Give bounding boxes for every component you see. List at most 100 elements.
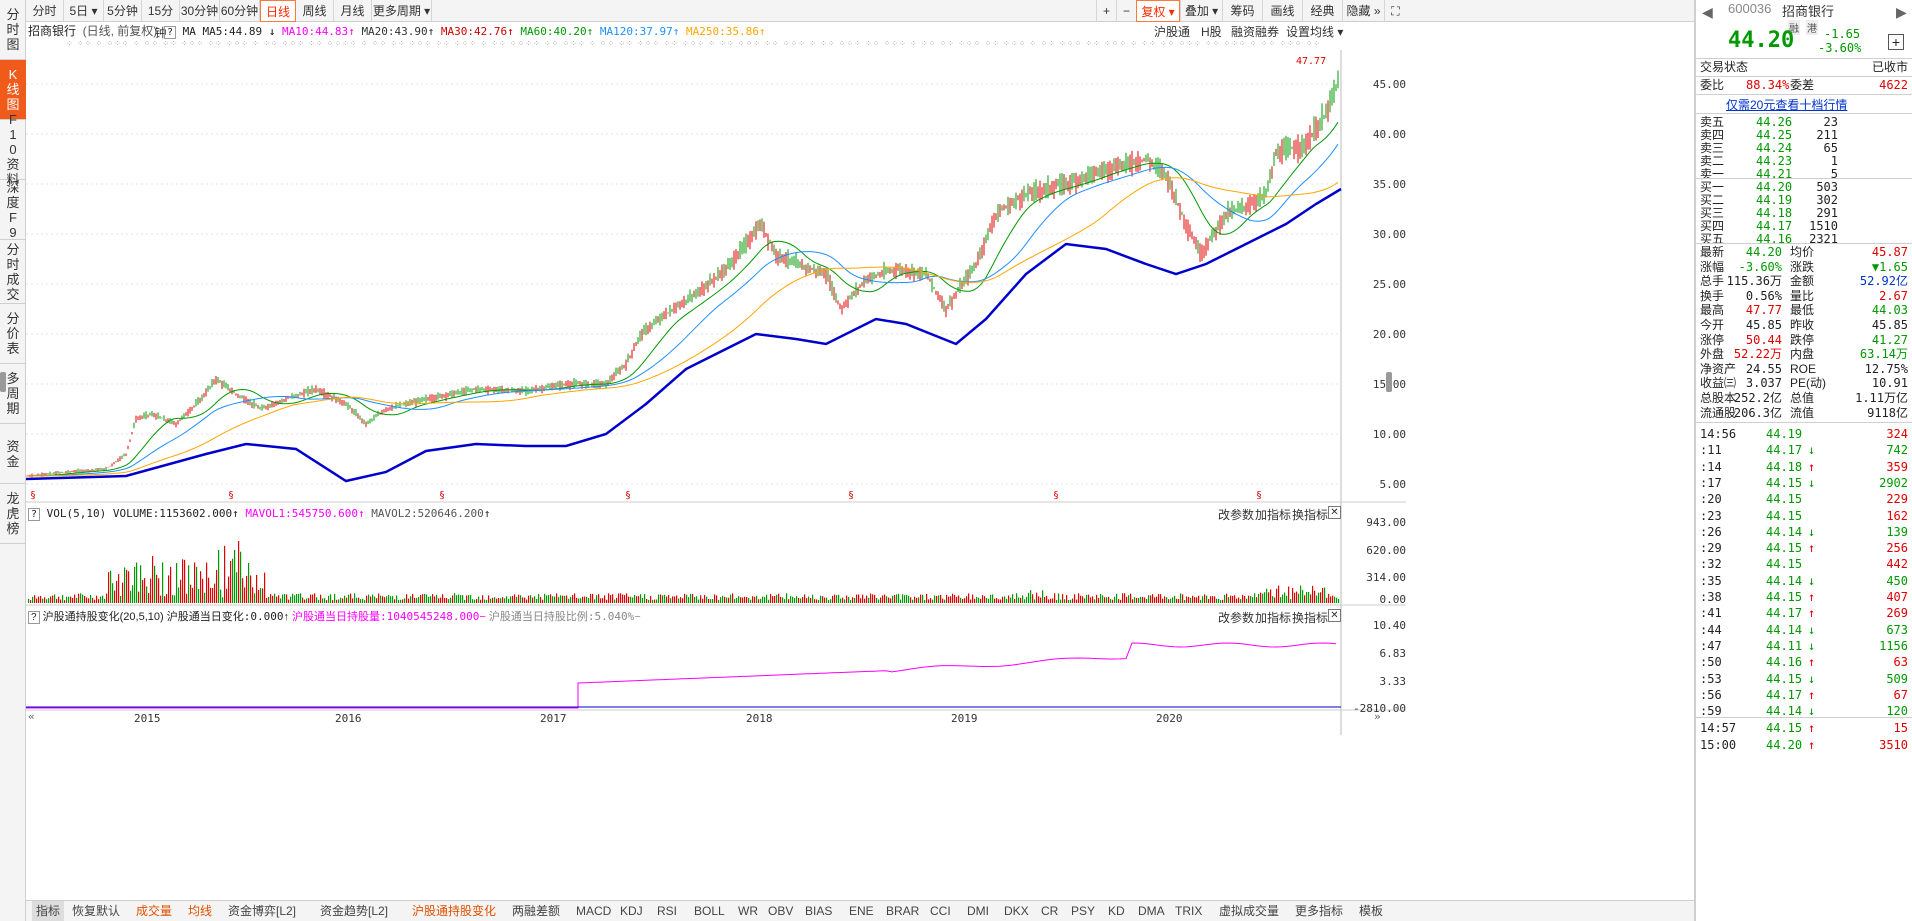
time-axis: « 2015 2016 2017 2018 2019 2020 » bbox=[26, 710, 1386, 725]
period-monthly[interactable]: 月线 bbox=[334, 0, 372, 22]
period-15min[interactable]: 15分钟 bbox=[142, 0, 180, 40]
indicator-tab[interactable]: DKX bbox=[1004, 901, 1029, 921]
period-5day[interactable]: 5日 ▾ bbox=[64, 0, 104, 22]
indicator-tab[interactable]: BRAR bbox=[886, 901, 919, 921]
tab-dragon-tiger[interactable]: 龙虎榜 bbox=[0, 484, 26, 544]
period-daily[interactable]: 日线 bbox=[260, 0, 296, 22]
overlay-dropdown[interactable]: 叠加 ▾ bbox=[1180, 0, 1222, 22]
tab-tick-trades[interactable]: 分时成交 bbox=[0, 240, 26, 304]
tab-depth-f9[interactable]: 深度F9 bbox=[0, 180, 26, 240]
tab-intraday[interactable]: 分时图 bbox=[0, 0, 26, 60]
period-60min[interactable]: 60分钟 bbox=[220, 0, 260, 22]
panel-collapse-handle[interactable] bbox=[1386, 372, 1392, 392]
volume-bar bbox=[248, 563, 250, 603]
indicator-tab[interactable]: BOLL bbox=[694, 901, 725, 921]
classic-button[interactable]: 经典 bbox=[1302, 0, 1342, 22]
vol-close-icon[interactable]: ✕ bbox=[1328, 506, 1341, 519]
period-weekly[interactable]: 周线 bbox=[296, 0, 334, 22]
period-5min[interactable]: 5分钟 bbox=[104, 0, 142, 22]
volume-bar bbox=[938, 595, 940, 603]
indicator-tab[interactable]: 均线 bbox=[188, 901, 212, 921]
left-collapse-handle[interactable] bbox=[0, 372, 6, 392]
indicator-tab[interactable]: OBV bbox=[768, 901, 793, 921]
indicator-tab[interactable]: CCI bbox=[930, 901, 951, 921]
vol-help-icon[interactable]: ? bbox=[28, 508, 41, 521]
zoom-out-button[interactable]: − bbox=[1116, 0, 1136, 22]
level2-promo-link[interactable]: 仅需20元查看十档行情 bbox=[1726, 96, 1847, 113]
volume-bar bbox=[690, 593, 692, 603]
hgt-add-button[interactable]: 加指标 bbox=[1255, 609, 1291, 626]
indicator-tab[interactable]: MACD bbox=[576, 901, 611, 921]
indicator-tab[interactable]: BIAS bbox=[805, 901, 832, 921]
vol-change-button[interactable]: 换指标 bbox=[1292, 506, 1328, 523]
chips-button[interactable]: 筹码 bbox=[1222, 0, 1262, 22]
set-ma-dropdown[interactable]: 设置均线 ▾ bbox=[1286, 23, 1343, 40]
indicator-tab[interactable]: 沪股通持股变化 bbox=[412, 901, 496, 921]
hide-button[interactable]: 隐藏 » bbox=[1342, 0, 1384, 22]
volume-bar bbox=[1294, 592, 1296, 603]
hgt-change-button[interactable]: 换指标 bbox=[1292, 609, 1328, 626]
volume-bar bbox=[1280, 597, 1282, 603]
zoom-in-button[interactable]: + bbox=[1096, 0, 1116, 22]
indicator-tab[interactable]: 虚拟成交量 bbox=[1219, 901, 1279, 921]
hgt-button[interactable]: 沪股通 bbox=[1154, 23, 1190, 40]
tab-f10[interactable]: F10资料 bbox=[0, 112, 26, 187]
adjust-dropdown[interactable]: 复权 ▾ bbox=[1136, 0, 1180, 22]
volume-bar bbox=[1316, 595, 1318, 603]
indicator-tab[interactable]: 资金博弈[L2] bbox=[228, 901, 296, 921]
volume-bar bbox=[116, 581, 118, 603]
volume-bar bbox=[436, 594, 438, 603]
indicator-tab[interactable]: DMA bbox=[1138, 901, 1165, 921]
volume-bar bbox=[94, 599, 96, 603]
hshares-button[interactable]: H股 bbox=[1201, 23, 1222, 40]
scroll-left-icon[interactable]: « bbox=[28, 710, 35, 723]
period-more[interactable]: 更多周期 ▾ bbox=[372, 0, 432, 22]
indicator-tab[interactable]: 恢复默认 bbox=[72, 901, 120, 921]
volume-bar bbox=[1158, 594, 1160, 603]
indicator-tab[interactable]: ENE bbox=[849, 901, 874, 921]
tab-price-table[interactable]: 分价表 bbox=[0, 304, 26, 364]
volume-bar bbox=[994, 598, 996, 603]
scroll-right-icon[interactable]: » bbox=[1374, 710, 1381, 723]
hgt-params-button[interactable]: 改参数 bbox=[1218, 609, 1254, 626]
prev-stock-icon[interactable]: ◀ bbox=[1702, 4, 1713, 21]
indicator-tab[interactable]: KDJ bbox=[620, 901, 643, 921]
indicator-tab[interactable]: 模板 bbox=[1359, 901, 1383, 921]
volume-bar bbox=[260, 587, 262, 603]
volume-bar bbox=[838, 594, 840, 603]
indicator-tab[interactable]: TRIX bbox=[1175, 901, 1202, 921]
tab-kline[interactable]: K线图 bbox=[0, 60, 26, 120]
volume-bar bbox=[784, 599, 786, 603]
weibi-value: 88.34% bbox=[1746, 78, 1790, 92]
indicator-tab[interactable]: 指标 bbox=[32, 901, 65, 921]
vol-params-button[interactable]: 改参数 bbox=[1218, 506, 1254, 523]
volume-bar bbox=[1088, 594, 1090, 603]
indicator-tab[interactable]: PSY bbox=[1071, 901, 1095, 921]
draw-line-button[interactable]: 画线 bbox=[1262, 0, 1302, 22]
indicator-tab[interactable]: 更多指标 bbox=[1295, 901, 1343, 921]
next-stock-icon[interactable]: ▶ bbox=[1896, 4, 1907, 21]
margin-button[interactable]: 融资融券 bbox=[1231, 23, 1279, 40]
indicator-tab[interactable]: 两融差额 bbox=[512, 901, 560, 921]
indicator-tab[interactable]: 成交量 bbox=[136, 901, 172, 921]
vol-add-button[interactable]: 加指标 bbox=[1255, 506, 1291, 523]
indicator-tab[interactable]: KD bbox=[1108, 901, 1125, 921]
hgt-close-icon[interactable]: ✕ bbox=[1328, 609, 1341, 622]
indicator-tab[interactable]: 资金趋势[L2] bbox=[320, 901, 388, 921]
tab-funds[interactable]: 资金 bbox=[0, 424, 26, 484]
add-watchlist-button[interactable]: + bbox=[1888, 34, 1904, 50]
fullscreen-icon[interactable]: ⛶ bbox=[1384, 0, 1406, 22]
indicator-tab[interactable]: CR bbox=[1041, 901, 1058, 921]
period-intraday[interactable]: 分时 bbox=[26, 0, 64, 22]
volume-bar bbox=[1080, 595, 1082, 603]
volume-bar bbox=[642, 597, 644, 603]
help-icon[interactable]: ? bbox=[163, 26, 176, 39]
indicator-tab[interactable]: WR bbox=[738, 901, 758, 921]
volume-bar bbox=[294, 595, 296, 603]
hgt-help-icon[interactable]: ? bbox=[28, 611, 40, 624]
volume-bar bbox=[596, 595, 598, 603]
indicator-tab[interactable]: RSI bbox=[657, 901, 677, 921]
volume-bar bbox=[180, 579, 182, 603]
period-30min[interactable]: 30分钟 bbox=[180, 0, 220, 22]
indicator-tab[interactable]: DMI bbox=[967, 901, 989, 921]
